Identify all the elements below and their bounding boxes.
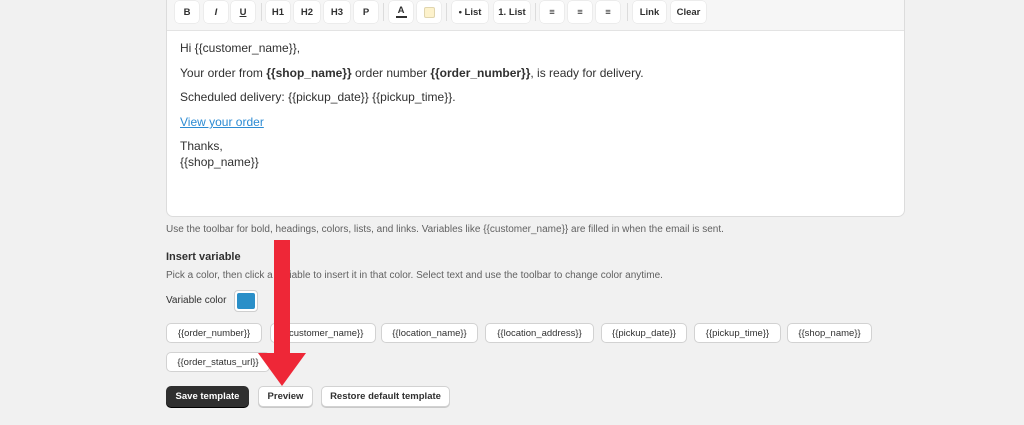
bullet-list-button[interactable]: • List bbox=[452, 1, 488, 23]
highlight-swatch-icon bbox=[423, 6, 435, 18]
align-left-button[interactable]: ≡ bbox=[540, 1, 564, 23]
greeting-line: Hi {{customer_name}}, bbox=[180, 41, 301, 55]
heading3-button[interactable]: H3 bbox=[324, 1, 350, 23]
view-order-link[interactable]: View your order bbox=[180, 115, 264, 129]
order-number-variable: {{order_number}} bbox=[430, 66, 531, 80]
scheduled-delivery-line: Scheduled delivery: {{pickup_date}} {{pi… bbox=[180, 90, 456, 104]
heading2-button[interactable]: H2 bbox=[294, 1, 320, 23]
underline-button[interactable]: U bbox=[231, 1, 255, 23]
variable-color-picker[interactable] bbox=[234, 290, 258, 312]
variable-chip-shop-name[interactable]: {{shop_name}} bbox=[787, 323, 872, 343]
toolbar-divider bbox=[535, 3, 536, 21]
align-right-button[interactable]: ≡ bbox=[596, 1, 620, 23]
email-editor: B I U H1 H2 H3 P A • List 1. List ≡ ≡ ≡ … bbox=[166, 0, 905, 217]
clear-formatting-button[interactable]: Clear bbox=[671, 1, 706, 23]
restore-default-template-button[interactable]: Restore default template bbox=[321, 386, 450, 407]
shop-name-variable: {{shop_name}} bbox=[266, 66, 352, 80]
variable-chip-pickup-date[interactable]: {{pickup_date}} bbox=[601, 323, 687, 343]
align-center-button[interactable]: ≡ bbox=[568, 1, 592, 23]
toolbar-divider bbox=[261, 3, 262, 21]
variable-chip-customer-name[interactable]: {{customer_name}} bbox=[270, 323, 376, 343]
text-color-icon: A bbox=[395, 6, 407, 18]
editor-help-text: Use the toolbar for bold, headings, colo… bbox=[166, 224, 724, 235]
preview-button[interactable]: Preview bbox=[258, 386, 313, 407]
heading1-button[interactable]: H1 bbox=[266, 1, 290, 23]
order-ready-line: Your order from {{shop_name}} order numb… bbox=[180, 66, 644, 80]
toolbar-divider bbox=[627, 3, 628, 21]
variable-chip-location-address[interactable]: {{location_address}} bbox=[485, 323, 594, 343]
variable-color-swatch bbox=[237, 293, 255, 309]
link-button[interactable]: Link bbox=[633, 1, 666, 23]
variable-chip-order-number[interactable]: {{order_number}} bbox=[166, 323, 262, 343]
toolbar-divider bbox=[383, 3, 384, 21]
variable-chip-location-name[interactable]: {{location_name}} bbox=[381, 323, 478, 343]
variable-color-label: Variable color bbox=[166, 295, 227, 306]
variable-chip-order-status-url[interactable]: {{order_status_url}} bbox=[166, 352, 270, 372]
variable-chip-pickup-time[interactable]: {{pickup_time}} bbox=[694, 323, 781, 343]
thanks-line: Thanks, bbox=[180, 139, 223, 153]
save-template-button[interactable]: Save template bbox=[166, 386, 249, 407]
view-order-line: View your order bbox=[180, 115, 264, 129]
text-color-button[interactable]: A bbox=[389, 1, 413, 23]
italic-button[interactable]: I bbox=[204, 1, 228, 23]
formatting-toolbar: B I U H1 H2 H3 P A • List 1. List ≡ ≡ ≡ … bbox=[167, 0, 904, 31]
bold-button[interactable]: B bbox=[175, 1, 199, 23]
paragraph-button[interactable]: P bbox=[354, 1, 378, 23]
insert-variable-heading: Insert variable bbox=[166, 251, 241, 263]
highlight-color-button[interactable] bbox=[417, 1, 441, 23]
numbered-list-button[interactable]: 1. List bbox=[494, 1, 530, 23]
toolbar-divider bbox=[446, 3, 447, 21]
signature-line: {{shop_name}} bbox=[180, 155, 259, 169]
insert-variable-description: Pick a color, then click a variable to i… bbox=[166, 270, 663, 281]
